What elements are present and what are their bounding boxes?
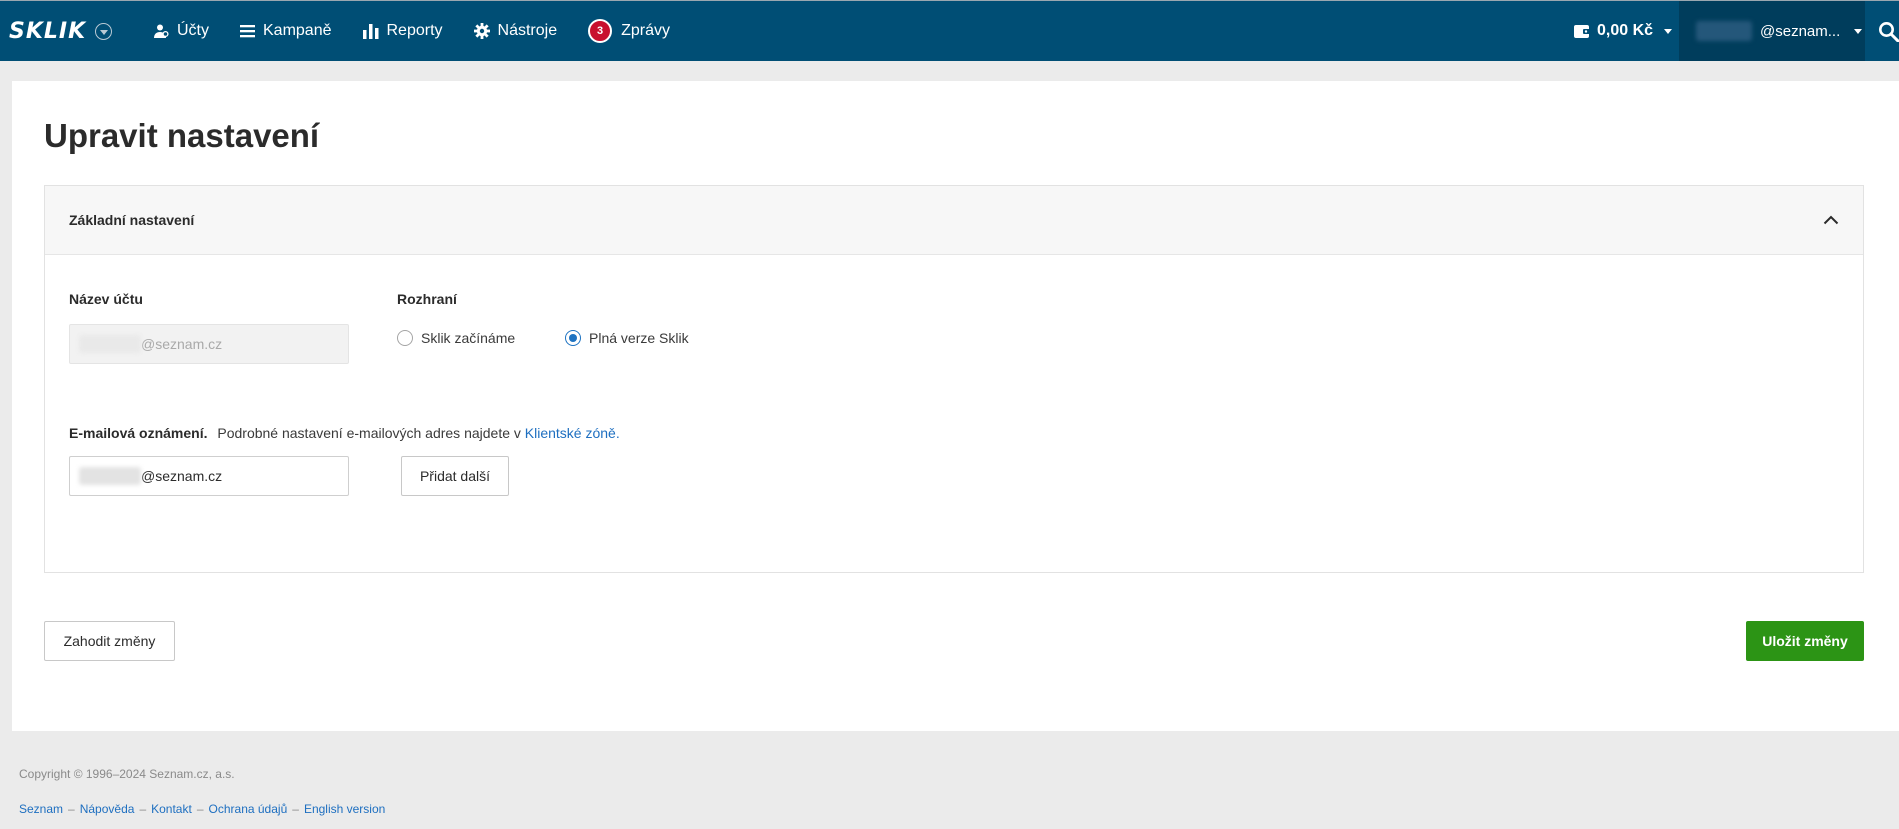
client-zone-link[interactable]: Klientské zóně. [525,425,620,441]
wallet-icon [1574,24,1591,38]
user-email: @seznam... [1760,22,1841,40]
footer-separator: – [139,802,147,816]
nav-item-accounts[interactable]: Účty [153,22,209,40]
email-blurred [79,467,141,485]
footer-separator: – [292,802,299,816]
account-name-value: @seznam.cz [141,336,223,352]
chevron-up-icon [1823,215,1839,225]
email-field[interactable]: @seznam.cz [69,456,349,496]
interface-label: Rozhraní [397,291,457,307]
panel-title: Základní nastavení [69,212,195,228]
gear-icon [473,23,490,39]
footer-link-privacy[interactable]: Ochrana údajů [209,802,288,816]
main-nav: Účty Kampaně Reporty Nástroje 3 Zprávy [153,19,701,43]
footer-separator: – [196,802,204,816]
copyright: Copyright © 1996–2024 Seznam.cz, a.s. [19,767,235,781]
account-name-blurred [79,335,141,353]
radio-sklik-start[interactable]: Sklik začínáme [397,330,515,346]
discard-changes-button[interactable]: Zahodit změny [44,621,175,661]
nav-label-messages: Zprávy [621,22,671,39]
panel-header[interactable]: Základní nastavení [45,186,1863,255]
user-dropdown-icon [1854,28,1863,34]
account-balance[interactable]: 0,00 Kč [1574,1,1673,61]
footer-link-seznam[interactable]: Seznam [19,802,63,816]
footer-separator: – [68,802,75,816]
collapse-button[interactable] [1823,215,1839,225]
balance-value: 0,00 Kč [1597,22,1654,39]
footer-links: Seznam – Nápověda – Kontakt – Ochrana údajů – En… [19,802,385,816]
logo-dropdown-icon[interactable] [95,22,113,40]
radio-label-sklik-start: Sklik začínáme [421,330,516,346]
user-avatar-blurred [1696,21,1752,41]
basic-settings-panel: Základní nastavení Název účtu @seznam.cz… [44,185,1864,573]
save-changes-button[interactable]: Uložit změny [1746,621,1864,661]
account-name-label: Název účtu [69,291,143,307]
sklik-logo[interactable]: SKLIK [9,19,117,44]
email-notifications-label: E-mailová oznámení. [69,425,208,441]
add-email-button[interactable]: Přidat další [401,456,509,496]
nav-label-tools: Nástroje [497,22,558,39]
search-icon [1879,21,1899,42]
page-title: Upravit nastavení [44,117,320,154]
menu-icon [240,25,255,38]
account-name-field: @seznam.cz [69,324,349,364]
logo-text: SKLIK [9,18,87,44]
email-notifications-text: Podrobné nastavení e-mailových adres naj… [217,425,521,441]
top-navigation-bar: SKLIK Účty Kampaně Reporty Nástroje 3 Zp… [0,0,1899,61]
radio-label-sklik-full: Plná verze Sklik [589,330,689,346]
settings-card: Upravit nastavení Základní nastavení Náz… [12,81,1899,731]
accounts-icon [154,24,169,38]
radio-button-checked[interactable] [565,330,581,346]
footer-link-help[interactable]: Nápověda [80,802,135,816]
search-button[interactable] [1878,19,1899,43]
nav-item-reports[interactable]: Reporty [362,22,443,40]
balance-dropdown-icon [1664,28,1673,34]
email-value: @seznam.cz [141,468,223,484]
nav-label-reports: Reporty [386,22,443,39]
radio-button-unchecked[interactable] [397,330,413,346]
nav-label-accounts: Účty [177,22,209,39]
nav-item-campaigns[interactable]: Kampaně [240,22,332,40]
footer-link-contact[interactable]: Kontakt [151,802,192,816]
nav-item-messages[interactable]: 3 Zprávy [588,19,670,43]
user-menu[interactable]: @seznam... [1679,1,1865,61]
nav-label-campaigns: Kampaně [263,22,332,39]
email-notifications-info: E-mailová oznámení. Podrobné nastavení e… [69,425,620,441]
messages-count-badge: 3 [588,19,613,43]
radio-sklik-full[interactable]: Plná verze Sklik [565,330,689,346]
nav-item-tools[interactable]: Nástroje [473,22,558,40]
bar-chart-icon [362,24,378,39]
footer-link-english[interactable]: English version [304,802,385,816]
